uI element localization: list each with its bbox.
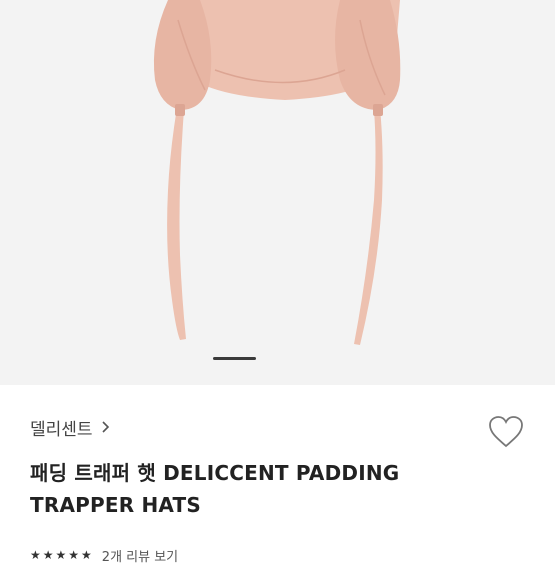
chevron-right-icon bbox=[101, 421, 109, 433]
hat-right-earflap bbox=[335, 0, 401, 110]
hat-left-strap bbox=[167, 108, 186, 340]
brand-link[interactable]: 델리센트 bbox=[30, 415, 111, 440]
rating-row[interactable]: ★★★★★ 2개 리뷰 보기 bbox=[30, 545, 178, 565]
hat-left-earflap bbox=[153, 0, 212, 110]
product-info: 델리센트 패딩 트래퍼 햇 DELICCENT PADDING TRAPPER … bbox=[0, 385, 555, 565]
product-image bbox=[153, 0, 401, 345]
heart-icon[interactable] bbox=[488, 415, 524, 449]
brand-name: 델리센트 bbox=[30, 419, 93, 440]
product-image-carousel[interactable] bbox=[0, 0, 555, 385]
carousel-indicator bbox=[213, 357, 256, 360]
hat-right-strap bbox=[354, 108, 383, 345]
product-title: 패딩 트래퍼 햇 DELICCENT PADDING TRAPPER HATS bbox=[30, 461, 400, 517]
rating-stars: ★★★★★ bbox=[30, 548, 94, 562]
review-link[interactable]: 2개 리뷰 보기 bbox=[102, 546, 178, 565]
